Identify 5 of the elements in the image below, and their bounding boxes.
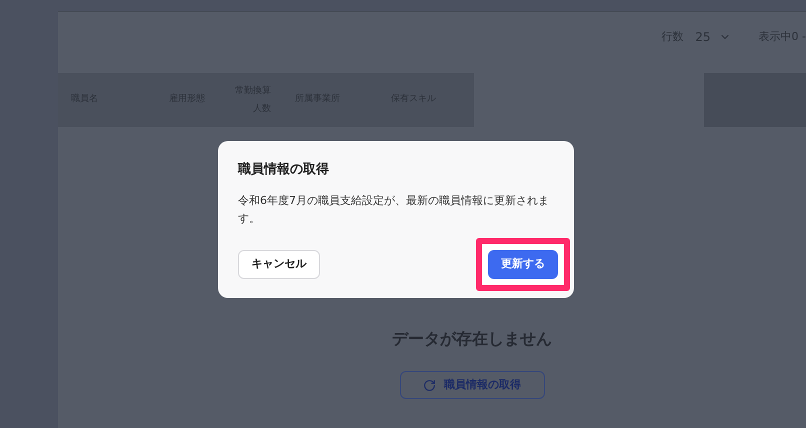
cancel-button[interactable]: キャンセル: [238, 250, 320, 278]
dialog-message: 令和6年度7月の職員支給設定が、最新の職員情報に更新されます。: [238, 192, 550, 226]
update-button[interactable]: 更新する: [488, 250, 558, 278]
dialog-title: 職員情報の取得: [238, 160, 330, 179]
refresh-icon: [423, 378, 436, 392]
